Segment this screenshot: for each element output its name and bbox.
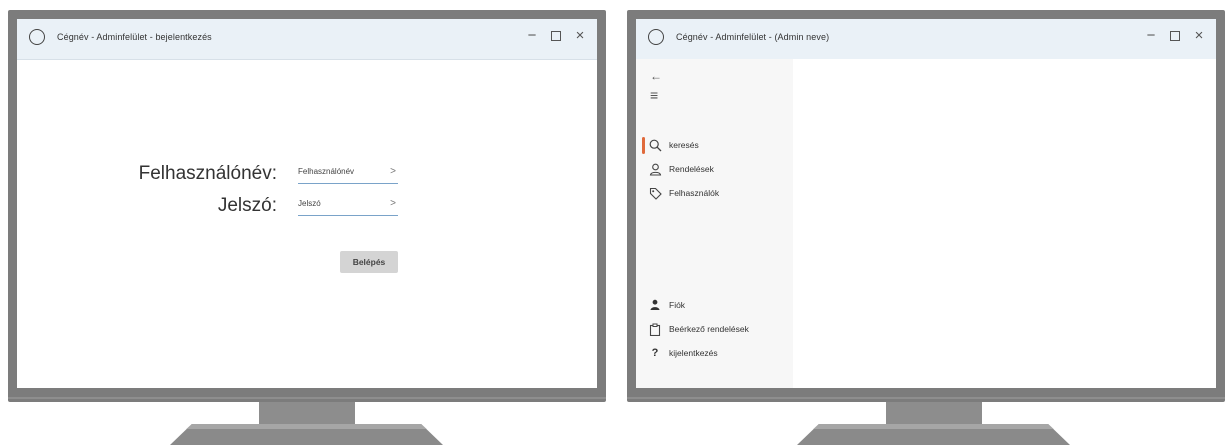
admin-monitor-base-shade: [813, 424, 1054, 429]
login-monitor-neck: [259, 402, 355, 424]
login-monitor-frame: Cégnév - Adminfelület - bejelentkezés − …: [8, 10, 606, 402]
login-window: Cégnév - Adminfelület - bejelentkezés − …: [17, 19, 597, 388]
search-icon: [648, 138, 662, 152]
username-field[interactable]: >: [298, 166, 398, 184]
minimize-button[interactable]: −: [1144, 27, 1158, 45]
sidebar-item-label: keresés: [669, 140, 699, 150]
password-label: Jelszó:: [217, 195, 277, 216]
admin-monitor-frame: Cégnév - Adminfelület - (Admin neve) − ×…: [627, 10, 1225, 402]
chevron-right-icon: >: [390, 198, 396, 209]
monitor-bezel-line: [8, 397, 606, 399]
minimize-button[interactable]: −: [525, 27, 539, 45]
hamburger-menu-icon[interactable]: ≡: [650, 88, 658, 102]
clipboard-icon: [648, 322, 662, 336]
sidebar-item-label: Fiók: [669, 300, 686, 310]
login-monitor-base-shade: [186, 424, 427, 429]
maximize-button[interactable]: [551, 31, 561, 41]
close-button[interactable]: ×: [573, 27, 587, 45]
sidebar-item-label: Beérkező rendelések: [669, 324, 749, 334]
admin-titlebar: Cégnév - Adminfelület - (Admin neve) − ×: [636, 19, 1216, 60]
window-title: Cégnév - Adminfelület - bejelentkezés: [57, 32, 212, 42]
window-controls: − ×: [525, 27, 587, 45]
sidebar-item-users[interactable]: Felhasználók: [648, 184, 719, 202]
window-title: Cégnév - Adminfelület - (Admin neve): [676, 32, 830, 42]
password-field[interactable]: >: [298, 198, 398, 216]
person-filled-icon: [648, 298, 662, 312]
user-icon: [648, 162, 662, 176]
tag-icon: [648, 186, 662, 200]
login-button[interactable]: Belépés: [340, 251, 398, 273]
sidebar-item-incoming-orders[interactable]: Beérkező rendelések: [648, 320, 749, 338]
chevron-right-icon: >: [390, 166, 396, 177]
window-controls: − ×: [1144, 27, 1206, 45]
admin-monitor-neck: [886, 402, 982, 424]
maximize-button[interactable]: [1170, 31, 1180, 41]
monitor-bezel-line: [627, 397, 1225, 399]
username-label: Felhasználónév:: [138, 163, 277, 184]
sidebar-item-orders[interactable]: Rendelések: [648, 160, 714, 178]
app-icon: [29, 29, 45, 45]
back-arrow-icon[interactable]: ←: [650, 70, 662, 82]
main-content-area: [793, 59, 1216, 388]
active-indicator: [642, 137, 645, 154]
sidebar-item-account[interactable]: Fiók: [648, 296, 685, 314]
sidebar-item-label: Felhasználók: [669, 188, 720, 198]
sidebar-item-search[interactable]: keresés: [648, 136, 699, 154]
app-icon: [648, 29, 664, 45]
question-icon: ?: [651, 347, 659, 359]
sidebar-item-logout[interactable]: ? kijelentkezés: [648, 344, 718, 362]
password-input[interactable]: [298, 199, 382, 208]
sidebar: ← ≡ keresés Rendelések Felhasználók Fiók…: [636, 59, 793, 388]
close-button[interactable]: ×: [1192, 27, 1206, 45]
username-input[interactable]: [298, 167, 382, 176]
sidebar-item-label: Rendelések: [669, 164, 714, 174]
login-titlebar: Cégnév - Adminfelület - bejelentkezés − …: [17, 19, 597, 60]
admin-window: Cégnév - Adminfelület - (Admin neve) − ×…: [636, 19, 1216, 388]
sidebar-item-label: kijelentkezés: [669, 348, 718, 358]
